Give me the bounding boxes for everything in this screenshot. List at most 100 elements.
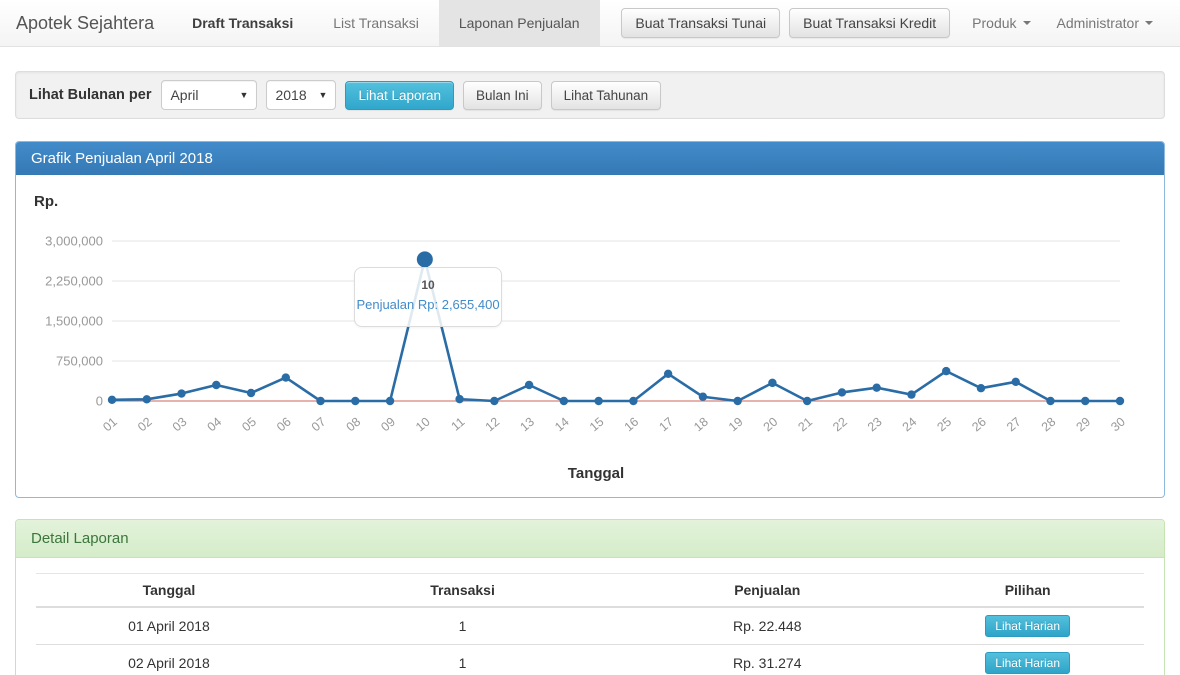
administrator-dropdown[interactable]: Administrator (1044, 15, 1166, 31)
chart-point[interactable] (872, 383, 880, 391)
cell-penjualan: Rp. 31.274 (623, 645, 911, 675)
chart-points (108, 251, 1124, 405)
cell-pilihan: Lihat Harian (911, 645, 1144, 675)
chart-point[interactable] (942, 367, 950, 375)
detail-table-wrap: TanggalTransaksiPenjualanPilihan 01 Apri… (16, 558, 1164, 675)
svg-text:20: 20 (761, 415, 781, 435)
sales-line-chart: 0750,0001,500,0002,250,0003,000,00001020… (16, 175, 1164, 497)
chart-point[interactable] (1046, 397, 1054, 405)
column-header: Pilihan (911, 574, 1144, 608)
month-select[interactable]: April ▼ (161, 80, 257, 110)
column-header: Tanggal (36, 574, 302, 608)
cell-transaksi: 1 (302, 607, 623, 645)
svg-text:0: 0 (96, 394, 103, 409)
svg-text:07: 07 (309, 415, 329, 435)
chart-point[interactable] (1081, 397, 1089, 405)
detail-panel-title: Detail Laporan (16, 520, 1164, 558)
chart-point[interactable] (282, 373, 290, 381)
produk-dropdown-label: Produk (972, 15, 1016, 31)
chart-point[interactable] (108, 396, 116, 404)
buat-transaksi-kredit-button[interactable]: Buat Transaksi Kredit (789, 8, 950, 38)
tooltip-title: 10 (355, 278, 501, 292)
svg-text:19: 19 (726, 415, 746, 435)
cell-tanggal: 02 April 2018 (36, 645, 302, 675)
chart-point[interactable] (177, 389, 185, 397)
cell-transaksi: 1 (302, 645, 623, 675)
chart-point[interactable] (733, 397, 741, 405)
chart-point[interactable] (212, 381, 220, 389)
chart-point[interactable] (143, 395, 151, 403)
administrator-dropdown-label: Administrator (1057, 15, 1139, 31)
chart-point[interactable] (351, 397, 359, 405)
chart-point[interactable] (907, 390, 915, 398)
svg-text:03: 03 (170, 415, 190, 435)
page: Apotek Sejahtera Draft Transaksi List Tr… (0, 0, 1180, 675)
chart-point[interactable] (455, 395, 463, 403)
bulan-ini-button[interactable]: Bulan Ini (463, 81, 542, 110)
column-header: Transaksi (302, 574, 623, 608)
svg-text:06: 06 (274, 415, 294, 435)
table-row: 02 April 20181Rp. 31.274 Lihat Harian (36, 645, 1144, 675)
nav-item-draft-transaksi[interactable]: Draft Transaksi (172, 0, 313, 46)
svg-text:29: 29 (1074, 415, 1094, 435)
svg-text:14: 14 (552, 415, 572, 435)
lihat-harian-button[interactable]: Lihat Harian (985, 615, 1070, 637)
chart-point[interactable] (699, 393, 707, 401)
table-header-row: TanggalTransaksiPenjualanPilihan (36, 574, 1144, 608)
svg-text:750,000: 750,000 (56, 354, 103, 369)
brand-title[interactable]: Apotek Sejahtera (0, 0, 172, 46)
svg-text:18: 18 (691, 415, 711, 435)
year-select[interactable]: 2018 ▼ (266, 80, 336, 110)
chart-point[interactable] (768, 379, 776, 387)
chart-point[interactable] (664, 370, 672, 378)
chart-gridlines (112, 241, 1120, 401)
svg-text:21: 21 (795, 415, 815, 435)
svg-text:11: 11 (449, 415, 468, 434)
chart-point[interactable] (977, 384, 985, 392)
navbar: Apotek Sejahtera Draft Transaksi List Tr… (0, 0, 1180, 47)
chart-point[interactable] (629, 397, 637, 405)
nav-item-laporan-penjualan[interactable]: Laponan Penjualan (439, 0, 600, 46)
nav-item-list-transaksi[interactable]: List Transaksi (313, 0, 439, 46)
lihat-laporan-button[interactable]: Lihat Laporan (345, 81, 454, 110)
chart-point-active[interactable] (417, 251, 433, 267)
svg-text:05: 05 (239, 415, 259, 435)
detail-table: TanggalTransaksiPenjualanPilihan 01 Apri… (36, 573, 1144, 675)
chart-area: Rp. 0750,0001,500,0002,250,0003,000,0000… (16, 175, 1164, 497)
chart-point[interactable] (560, 397, 568, 405)
x-axis-labels: 0102030405060708091011121314151617181920… (100, 415, 1128, 435)
chart-point[interactable] (1012, 378, 1020, 386)
select-arrow-icon: ▼ (240, 90, 249, 100)
select-arrow-icon: ▼ (319, 90, 328, 100)
svg-text:30: 30 (1108, 415, 1128, 435)
svg-text:04: 04 (205, 415, 225, 435)
chart-panel: Grafik Penjualan April 2018 Rp. 0750,000… (15, 141, 1165, 498)
chart-point[interactable] (247, 389, 255, 397)
chart-point[interactable] (1116, 397, 1124, 405)
chart-point[interactable] (525, 381, 533, 389)
chart-point[interactable] (490, 397, 498, 405)
chart-point[interactable] (803, 397, 811, 405)
svg-text:16: 16 (622, 415, 642, 435)
svg-text:26: 26 (969, 415, 989, 435)
filter-bar: Lihat Bulanan per April ▼ 2018 ▼ Lihat L… (15, 71, 1165, 119)
chart-point[interactable] (838, 388, 846, 396)
svg-text:15: 15 (587, 415, 607, 435)
cell-pilihan: Lihat Harian (911, 607, 1144, 645)
y-axis-labels: 0750,0001,500,0002,250,0003,000,000 (45, 234, 103, 409)
detail-panel: Detail Laporan TanggalTransaksiPenjualan… (15, 519, 1165, 675)
lihat-harian-button[interactable]: Lihat Harian (985, 652, 1070, 674)
svg-text:28: 28 (1039, 415, 1059, 435)
produk-dropdown[interactable]: Produk (959, 15, 1043, 31)
chart-point[interactable] (386, 397, 394, 405)
chart-point[interactable] (316, 397, 324, 405)
chart-point[interactable] (594, 397, 602, 405)
svg-text:08: 08 (344, 415, 364, 435)
chart-tooltip: 10 Penjualan Rp: 2,655,400 (354, 267, 502, 327)
svg-text:13: 13 (517, 415, 537, 435)
svg-text:02: 02 (135, 415, 155, 435)
lihat-tahunan-button[interactable]: Lihat Tahunan (551, 81, 662, 110)
buat-transaksi-tunai-button[interactable]: Buat Transaksi Tunai (621, 8, 780, 38)
svg-text:12: 12 (483, 415, 503, 435)
svg-text:2,250,000: 2,250,000 (45, 274, 103, 289)
